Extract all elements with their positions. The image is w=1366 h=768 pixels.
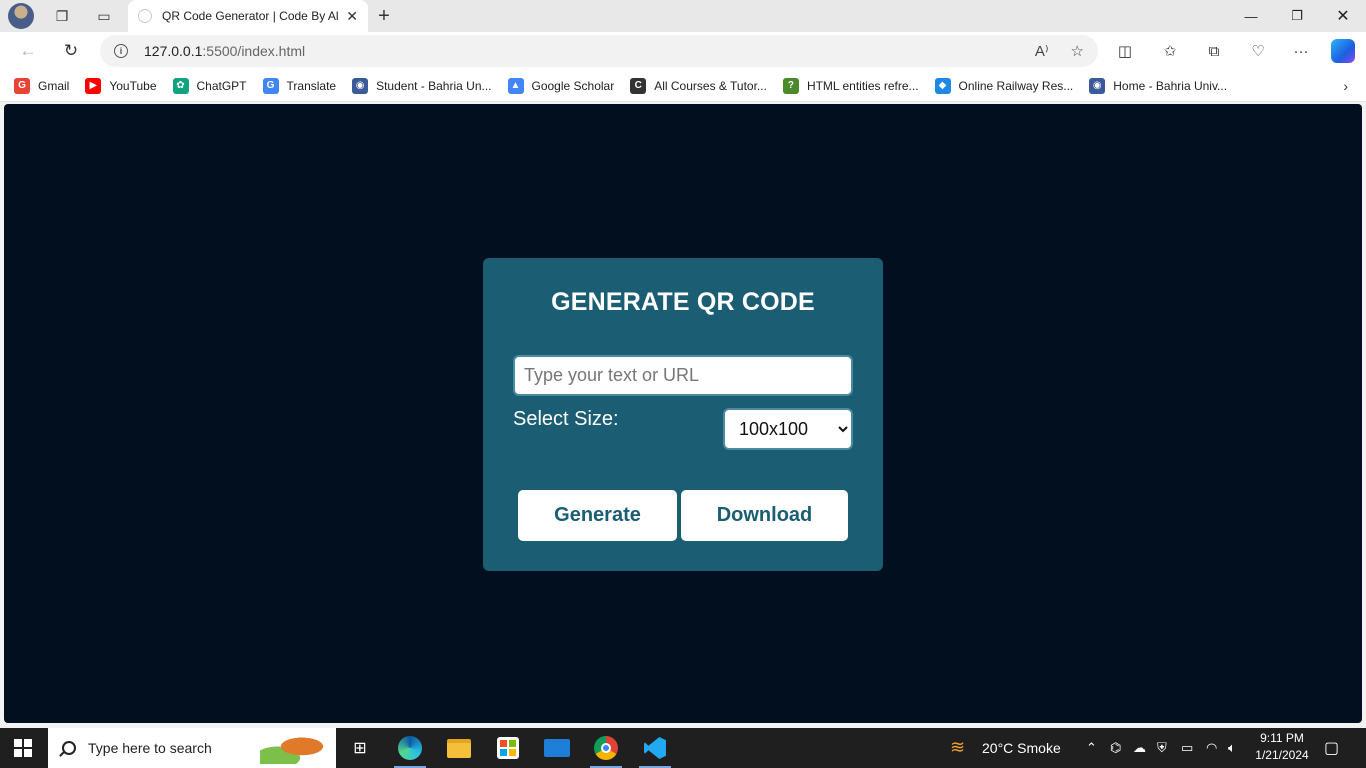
bookmarks-bar: G Gmail ▶ YouTube ✿ ChatGPT G Translate ◉ Student…	[0, 70, 1366, 102]
bookmark-label: Translate	[286, 78, 337, 93]
bookmark-favicon-icon: ▶	[85, 77, 102, 94]
favorites-icon[interactable]: ✩	[1158, 40, 1182, 62]
search-highlight-image	[260, 732, 330, 764]
bookmark-label: Student - Bahria Un...	[376, 78, 492, 93]
task-view-icon[interactable]: ⊞	[340, 732, 380, 764]
text-url-input[interactable]	[513, 355, 853, 396]
generate-button[interactable]: Generate	[518, 490, 677, 541]
bookmark-label: All Courses & Tutor...	[654, 78, 767, 93]
bookmark-item[interactable]: G Translate	[262, 77, 337, 94]
bookmark-label: Home - Bahria Univ...	[1113, 78, 1228, 93]
search-icon	[62, 741, 76, 755]
microsoft-store-icon[interactable]	[488, 732, 528, 764]
tab-favicon-icon	[138, 9, 152, 23]
bookmark-label: Google Scholar	[531, 78, 615, 93]
bookmark-item[interactable]: ◆ Online Railway Res...	[934, 77, 1074, 94]
vertical-tabs-icon[interactable]: ▭	[90, 4, 118, 28]
size-select[interactable]: 100x100	[723, 408, 853, 450]
copilot-icon[interactable]	[1331, 39, 1355, 63]
windows-start-icon[interactable]	[14, 739, 32, 757]
bookmark-item[interactable]: G Gmail	[14, 77, 70, 94]
bookmark-item[interactable]: ✿ ChatGPT	[172, 77, 247, 94]
bookmark-favicon-icon: ◉	[352, 77, 369, 94]
active-tab[interactable]: QR Code Generator | Code By Al ✕	[128, 0, 368, 32]
bookmark-favicon-icon: G	[14, 77, 30, 94]
wifi-icon[interactable]: ◠	[1206, 740, 1217, 756]
bookmark-label: Online Railway Res...	[958, 78, 1074, 93]
more-menu-icon[interactable]: ···	[1289, 40, 1313, 62]
close-window-button[interactable]: ✕	[1320, 0, 1366, 32]
show-hidden-icons-chevron-icon[interactable]: ⌃	[1086, 740, 1097, 756]
url-text[interactable]: 127.0.0.1:5500/index.html	[144, 43, 1013, 59]
back-button[interactable]: ←	[15, 39, 41, 63]
edge-app-icon[interactable]	[390, 732, 430, 768]
bookmark-item[interactable]: ▲ Google Scholar	[507, 77, 615, 94]
bookmarks-overflow-chevron-icon[interactable]: ›	[1343, 78, 1348, 94]
meet-now-icon[interactable]: ⌬	[1110, 740, 1121, 756]
address-bar[interactable]: i 127.0.0.1:5500/index.html A⁾ ☆	[100, 35, 1098, 67]
bookmark-label: ChatGPT	[196, 78, 247, 93]
browser-essentials-icon[interactable]: ♡	[1246, 40, 1270, 62]
collections-icon[interactable]: ⧉	[1202, 40, 1226, 62]
bookmark-favicon-icon: ✿	[172, 77, 189, 94]
taskbar: Type here to search ⊞ ≋ 20°C Smoke ⌃ ⌬ ☁…	[0, 728, 1366, 768]
download-button[interactable]: Download	[681, 490, 848, 541]
onedrive-icon[interactable]: ☁	[1133, 740, 1146, 756]
weather-icon[interactable]: ≋	[950, 737, 965, 758]
tab-title: QR Code Generator | Code By Al	[162, 9, 339, 23]
bookmark-favicon-icon: ▲	[507, 77, 524, 94]
volume-icon[interactable]: 🔈︎	[1228, 740, 1236, 756]
bookmark-item[interactable]: C All Courses & Tutor...	[630, 77, 767, 94]
notifications-icon[interactable]: ▢	[1324, 738, 1339, 758]
taskbar-search[interactable]: Type here to search	[48, 728, 336, 768]
page-viewport: GENERATE QR CODE Select Size: 100x100 Ge…	[4, 104, 1362, 723]
vscode-app-icon[interactable]	[635, 732, 675, 768]
new-tab-button[interactable]: +	[370, 4, 398, 28]
bookmark-item[interactable]: ◉ Home - Bahria Univ...	[1089, 77, 1228, 94]
bookmark-item[interactable]: ▶ YouTube	[85, 77, 157, 94]
bookmark-favicon-icon: C	[630, 77, 647, 94]
mail-icon[interactable]	[537, 732, 577, 764]
bookmark-label: YouTube	[109, 78, 157, 93]
read-aloud-icon[interactable]: A⁾	[1035, 42, 1049, 60]
bookmark-favicon-icon: ?	[782, 77, 799, 94]
minimize-button[interactable]: —	[1228, 0, 1274, 32]
qr-generator-card: GENERATE QR CODE Select Size: 100x100 Ge…	[483, 258, 883, 571]
site-info-icon[interactable]: i	[114, 44, 128, 58]
profile-avatar[interactable]	[8, 3, 34, 29]
address-row: ← ↻ i 127.0.0.1:5500/index.html A⁾ ☆ ◫ ✩…	[0, 32, 1366, 70]
chrome-app-icon[interactable]	[586, 732, 626, 768]
split-screen-icon[interactable]: ◫	[1113, 40, 1137, 62]
file-explorer-icon[interactable]	[439, 732, 479, 764]
tab-bar: ❐ ▭ QR Code Generator | Code By Al ✕ + —…	[0, 0, 1366, 32]
bookmark-label: Gmail	[38, 78, 70, 93]
select-size-label: Select Size:	[513, 408, 619, 430]
refresh-button[interactable]: ↻	[58, 39, 84, 63]
page-title: GENERATE QR CODE	[551, 288, 815, 316]
bookmark-favicon-icon: ◆	[934, 77, 951, 94]
taskbar-search-placeholder: Type here to search	[88, 740, 212, 756]
security-icon[interactable]: ⛨	[1157, 740, 1167, 756]
workspaces-icon[interactable]: ❐	[48, 4, 76, 28]
clock[interactable]: 9:11 PM 1/21/2024	[1250, 730, 1314, 764]
bookmark-favicon-icon: G	[262, 77, 279, 94]
battery-icon[interactable]: ▭	[1181, 740, 1193, 756]
clock-date: 1/21/2024	[1255, 748, 1309, 762]
favorite-star-icon[interactable]: ☆	[1071, 42, 1084, 60]
bookmark-label: HTML entities refre...	[806, 78, 919, 93]
bookmark-item[interactable]: ? HTML entities refre...	[782, 77, 919, 94]
clock-time: 9:11 PM	[1260, 731, 1304, 745]
weather-text[interactable]: 20°C Smoke	[982, 740, 1061, 756]
bookmark-favicon-icon: ◉	[1089, 77, 1106, 94]
restore-button[interactable]: ❐	[1274, 0, 1320, 32]
bookmark-item[interactable]: ◉ Student - Bahria Un...	[352, 77, 492, 94]
close-tab-icon[interactable]: ✕	[346, 8, 358, 25]
